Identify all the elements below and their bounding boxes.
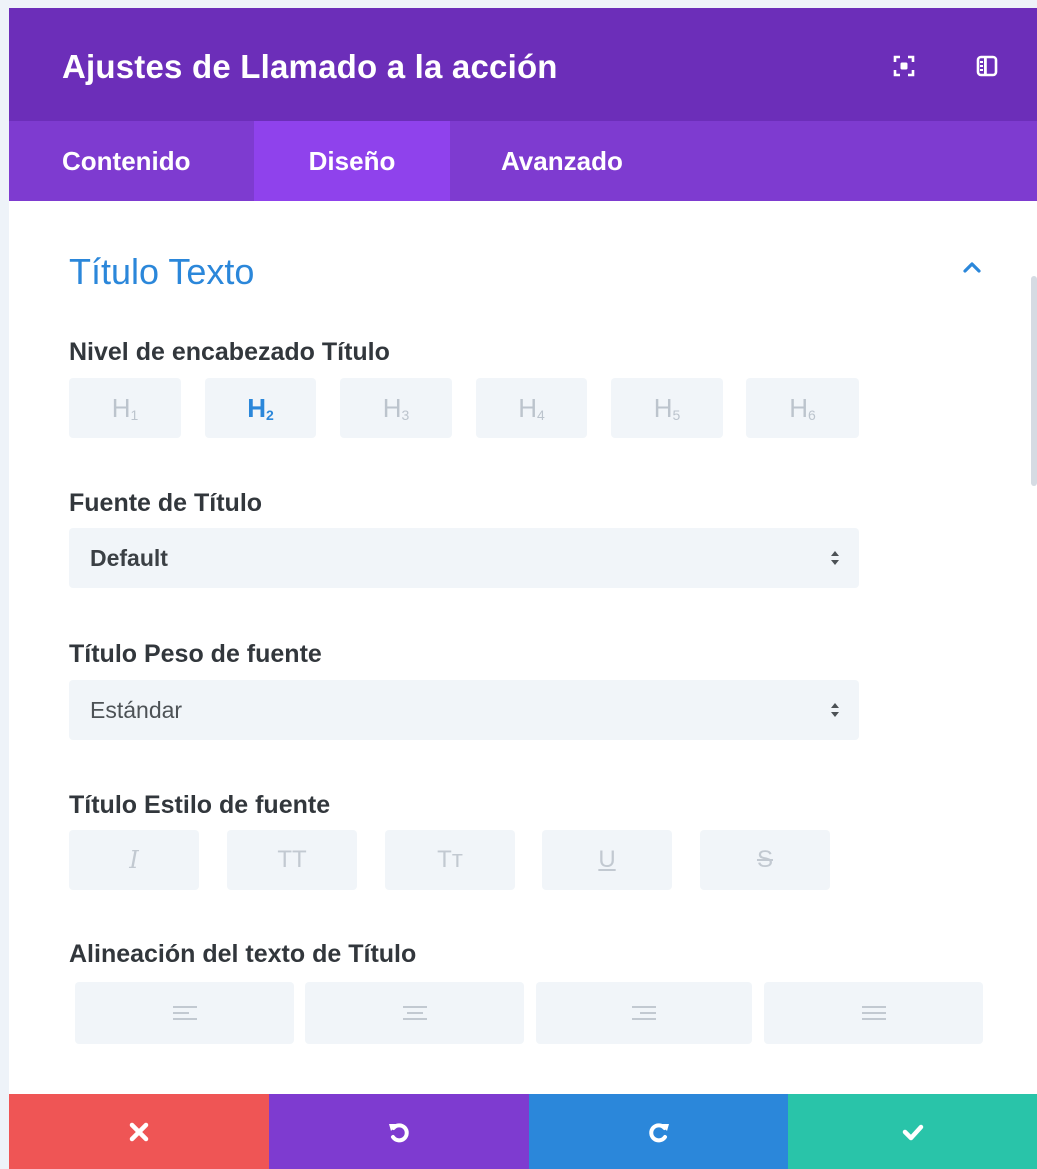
tab-contenido[interactable]: Contenido [62, 121, 202, 201]
underline-icon: U [598, 846, 616, 873]
font-weight-select[interactable]: Estándar [69, 680, 859, 740]
align-center-icon [402, 1006, 427, 1020]
italic-icon: I [129, 846, 139, 874]
align-right-icon [632, 1006, 656, 1020]
tab-avanzado[interactable]: Avanzado [501, 121, 651, 201]
section-title[interactable]: Título Texto [69, 251, 254, 293]
align-center-button[interactable] [305, 982, 524, 1044]
font-label: Fuente de Título [69, 489, 263, 517]
uppercase-icon: TT [277, 846, 307, 873]
align-justify-button[interactable] [764, 982, 983, 1044]
heading-h5-button[interactable]: H5 [611, 378, 723, 438]
select-arrows-icon [831, 551, 839, 565]
chevron-up-icon[interactable] [957, 256, 987, 278]
heading-h3-button[interactable]: H3 [340, 378, 452, 438]
strikethrough-icon: S [756, 846, 773, 873]
tab-diseno[interactable]: Diseño [254, 121, 450, 201]
heading-h6-button[interactable]: H6 [746, 378, 859, 438]
modal-footer [9, 1094, 1037, 1169]
sidebar-toggle-icon[interactable] [975, 54, 999, 78]
heading-h2-button[interactable]: H2 [205, 378, 316, 438]
font-weight-label: Título Peso de fuente [69, 640, 322, 668]
redo-button[interactable] [529, 1094, 788, 1169]
settings-modal: Ajustes de Llamado a la acción Contenido… [9, 8, 1037, 1169]
select-arrows-icon [831, 703, 839, 717]
save-button[interactable] [788, 1094, 1037, 1169]
font-style-label: Título Estilo de fuente [69, 791, 331, 819]
capitalize-button[interactable]: Tт [385, 830, 515, 890]
check-icon [902, 1124, 923, 1140]
expand-icon[interactable] [892, 54, 916, 78]
capitalize-icon: Tт [437, 846, 463, 873]
close-icon [129, 1122, 149, 1141]
heading-h1-button[interactable]: H1 [69, 378, 181, 438]
strikethrough-button[interactable]: S [700, 830, 830, 890]
underline-button[interactable]: U [542, 830, 672, 890]
font-weight-select-value: Estándar [90, 697, 183, 723]
heading-level-label: Nivel de encabezado Título [69, 338, 390, 366]
undo-icon [389, 1122, 409, 1142]
italic-button[interactable]: I [69, 830, 199, 890]
text-align-label: Alineación del texto de Título [69, 940, 417, 968]
align-left-button[interactable] [75, 982, 294, 1044]
align-justify-icon [861, 1006, 886, 1020]
font-select[interactable]: Default [69, 528, 859, 588]
redo-icon [648, 1122, 669, 1142]
cancel-button[interactable] [9, 1094, 269, 1169]
heading-h4-button[interactable]: H4 [476, 378, 587, 438]
align-left-icon [172, 1006, 197, 1020]
font-select-value: Default [90, 545, 168, 571]
uppercase-button[interactable]: TT [227, 830, 357, 890]
modal-header: Ajustes de Llamado a la acción [9, 8, 1037, 121]
tab-bar: Contenido Diseño Avanzado [9, 121, 1037, 201]
modal-title: Ajustes de Llamado a la acción [62, 48, 558, 85]
scrollbar[interactable] [1031, 276, 1037, 486]
align-right-button[interactable] [536, 982, 752, 1044]
undo-button[interactable] [269, 1094, 529, 1169]
